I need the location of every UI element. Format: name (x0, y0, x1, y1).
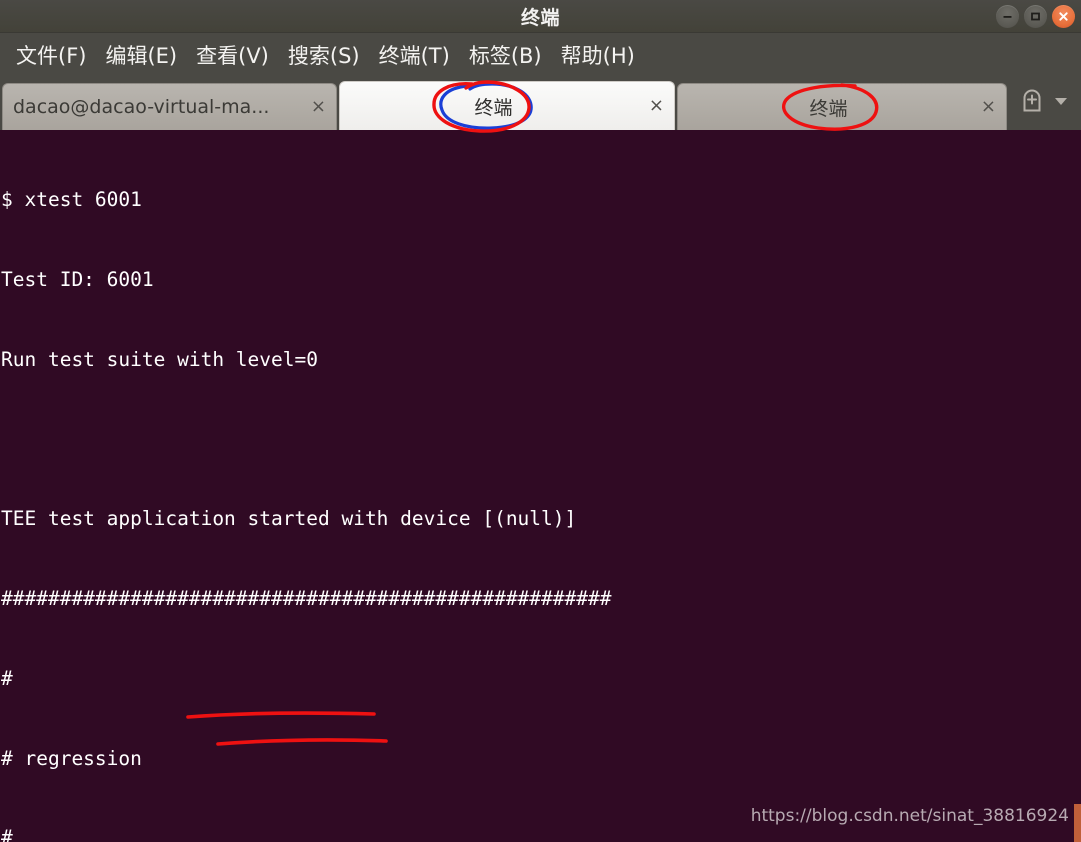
scrollbar-marker[interactable] (1074, 804, 1081, 842)
tab-label: 终端 (809, 97, 848, 120)
menubar: 文件(F) 编辑(E) 查看(V) 搜索(S) 终端(T) 标签(B) 帮助(H… (0, 33, 1081, 77)
tab-label: 终端 (474, 96, 513, 119)
maximize-icon (1029, 10, 1042, 23)
terminal-line: # regression (1, 746, 142, 770)
tab-close-icon[interactable]: × (981, 98, 996, 116)
window-titlebar: 终端 (0, 0, 1081, 33)
terminal-line: Run test suite with level=0 (1, 347, 318, 371)
menu-help[interactable]: 帮助(H) (553, 37, 643, 73)
window-controls (996, 0, 1075, 32)
terminal-line: TEE test application started with device… (1, 507, 577, 531)
tab-label: dacao@dacao-virtual-ma... (13, 96, 270, 118)
maximize-button[interactable] (1024, 4, 1047, 28)
tab-dacao-virtual-machine[interactable]: dacao@dacao-virtual-ma... × (2, 83, 337, 130)
menu-edit[interactable]: 编辑(E) (97, 37, 185, 73)
tab-terminal-second[interactable]: 终端 × (677, 83, 1007, 130)
terminal-line: ########################################… (1, 587, 612, 611)
close-button[interactable] (1052, 4, 1075, 28)
window-title: 终端 (520, 6, 560, 29)
new-tab-icon[interactable] (1019, 88, 1045, 118)
tabbar: dacao@dacao-virtual-ma... × 终端 × 终端 × (0, 77, 1081, 130)
terminal-line: $ xtest 6001 (1, 188, 142, 212)
menu-terminal[interactable]: 终端(T) (371, 37, 458, 73)
chevron-down-icon[interactable] (1051, 91, 1071, 115)
close-icon (1057, 10, 1070, 23)
menu-view[interactable]: 查看(V) (188, 37, 277, 73)
minimize-button[interactable] (996, 4, 1019, 28)
tab-close-icon[interactable]: × (311, 98, 326, 116)
tab-terminal-active[interactable]: 终端 × (339, 81, 675, 130)
tab-close-icon[interactable]: × (649, 97, 664, 115)
minimize-icon (1001, 10, 1014, 23)
watermark-text: https://blog.csdn.net/sinat_38816924 (750, 806, 1069, 827)
terminal-output[interactable]: $ xtest 6001 Test ID: 6001 Run test suit… (0, 130, 1081, 842)
menu-search[interactable]: 搜索(S) (280, 37, 368, 73)
tabbar-right-controls (1013, 88, 1081, 130)
menu-tabs[interactable]: 标签(B) (461, 37, 550, 73)
terminal-line: Test ID: 6001 (1, 267, 154, 291)
terminal-window: 终端 文件(F) 编辑(E) 查看(V) 搜索(S) 终端(T) 标签(B) 帮… (0, 0, 1081, 842)
menu-file[interactable]: 文件(F) (8, 37, 94, 73)
terminal-line: # (1, 666, 13, 690)
